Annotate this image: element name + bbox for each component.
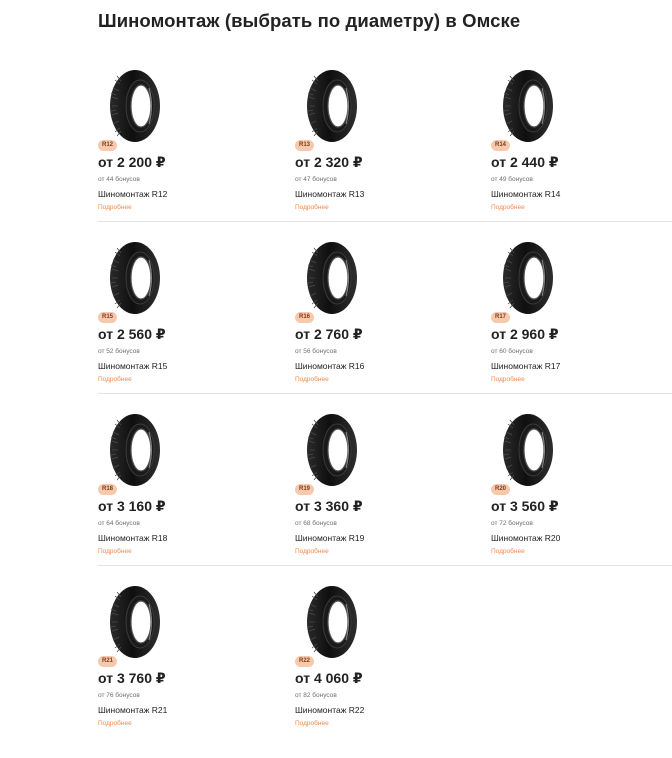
price: от 3 760 ₽ [98, 670, 166, 686]
size-badge: R14 [491, 140, 511, 151]
service-name-link[interactable]: Шиномонтаж R12 [98, 189, 167, 199]
more-link[interactable]: Подробнее [98, 720, 132, 727]
size-badge: R21 [98, 656, 118, 667]
service-card[interactable]: R22 от 4 060 ₽ от 82 бонусов Шиномонтаж … [295, 566, 475, 738]
tire-icon[interactable] [304, 68, 360, 144]
bonus-text: от 76 бонусов [98, 692, 140, 699]
bonus-text: от 56 бонусов [295, 348, 337, 355]
page-title: Шиномонтаж (выбрать по диаметру) в Омске [98, 10, 521, 31]
tire-icon[interactable] [304, 240, 360, 316]
service-card[interactable]: R19 от 3 360 ₽ от 68 бонусов Шиномонтаж … [295, 394, 475, 566]
service-card[interactable]: R21 от 3 760 ₽ от 76 бонусов Шиномонтаж … [98, 566, 278, 738]
tire-icon[interactable] [500, 240, 556, 316]
bonus-text: от 60 бонусов [491, 348, 533, 355]
price: от 2 960 ₽ [491, 326, 559, 342]
more-link[interactable]: Подробнее [98, 204, 132, 211]
more-link[interactable]: Подробнее [98, 548, 132, 555]
service-card[interactable]: R12 от 2 200 ₽ от 44 бонусов Шиномонтаж … [98, 50, 278, 222]
size-badge: R19 [295, 484, 315, 495]
service-card[interactable]: R14 от 2 440 ₽ от 49 бонусов Шиномонтаж … [491, 50, 671, 222]
service-row: R15 от 2 560 ₽ от 52 бонусов Шиномонтаж … [98, 222, 672, 394]
tire-icon[interactable] [107, 68, 163, 144]
service-name-link[interactable]: Шиномонтаж R18 [98, 533, 167, 543]
service-grid: R12 от 2 200 ₽ от 44 бонусов Шиномонтаж … [98, 50, 672, 738]
size-badge: R12 [98, 140, 118, 151]
more-link[interactable]: Подробнее [98, 376, 132, 383]
more-link[interactable]: Подробнее [295, 204, 329, 211]
price: от 2 200 ₽ [98, 154, 166, 170]
tire-icon[interactable] [500, 412, 556, 488]
size-badge: R18 [98, 484, 118, 495]
service-row: R21 от 3 760 ₽ от 76 бонусов Шиномонтаж … [98, 566, 672, 738]
service-card[interactable]: R16 от 2 760 ₽ от 56 бонусов Шиномонтаж … [295, 222, 475, 394]
bonus-text: от 82 бонусов [295, 692, 337, 699]
tire-icon[interactable] [304, 412, 360, 488]
price: от 3 560 ₽ [491, 498, 559, 514]
price: от 2 440 ₽ [491, 154, 559, 170]
tire-icon[interactable] [500, 68, 556, 144]
bonus-text: от 68 бонусов [295, 520, 337, 527]
tire-icon[interactable] [107, 584, 163, 660]
price: от 4 060 ₽ [295, 670, 363, 686]
price: от 2 760 ₽ [295, 326, 363, 342]
service-card[interactable]: R15 от 2 560 ₽ от 52 бонусов Шиномонтаж … [98, 222, 278, 394]
more-link[interactable]: Подробнее [491, 204, 525, 211]
service-name-link[interactable]: Шиномонтаж R17 [491, 361, 560, 371]
tire-icon[interactable] [304, 584, 360, 660]
price: от 3 160 ₽ [98, 498, 166, 514]
service-name-link[interactable]: Шиномонтаж R14 [491, 189, 560, 199]
service-name-link[interactable]: Шиномонтаж R19 [295, 533, 364, 543]
bonus-text: от 44 бонусов [98, 176, 140, 183]
service-card[interactable]: R17 от 2 960 ₽ от 60 бонусов Шиномонтаж … [491, 222, 671, 394]
tire-icon[interactable] [107, 412, 163, 488]
service-row: R12 от 2 200 ₽ от 44 бонусов Шиномонтаж … [98, 50, 672, 222]
price: от 2 560 ₽ [98, 326, 166, 342]
bonus-text: от 72 бонусов [491, 520, 533, 527]
service-name-link[interactable]: Шиномонтаж R15 [98, 361, 167, 371]
service-name-link[interactable]: Шиномонтаж R20 [491, 533, 560, 543]
more-link[interactable]: Подробнее [491, 376, 525, 383]
size-badge: R15 [98, 312, 118, 323]
size-badge: R16 [295, 312, 315, 323]
price: от 3 360 ₽ [295, 498, 363, 514]
service-card[interactable]: R20 от 3 560 ₽ от 72 бонусов Шиномонтаж … [491, 394, 671, 566]
more-link[interactable]: Подробнее [295, 376, 329, 383]
service-name-link[interactable]: Шиномонтаж R16 [295, 361, 364, 371]
service-name-link[interactable]: Шиномонтаж R22 [295, 705, 364, 715]
service-card[interactable]: R13 от 2 320 ₽ от 47 бонусов Шиномонтаж … [295, 50, 475, 222]
size-badge: R17 [491, 312, 511, 323]
bonus-text: от 47 бонусов [295, 176, 337, 183]
bonus-text: от 64 бонусов [98, 520, 140, 527]
price: от 2 320 ₽ [295, 154, 363, 170]
more-link[interactable]: Подробнее [491, 548, 525, 555]
more-link[interactable]: Подробнее [295, 720, 329, 727]
size-badge: R13 [295, 140, 315, 151]
size-badge: R22 [295, 656, 315, 667]
bonus-text: от 49 бонусов [491, 176, 533, 183]
bonus-text: от 52 бонусов [98, 348, 140, 355]
service-name-link[interactable]: Шиномонтаж R13 [295, 189, 364, 199]
service-name-link[interactable]: Шиномонтаж R21 [98, 705, 167, 715]
tire-icon[interactable] [107, 240, 163, 316]
service-row: R18 от 3 160 ₽ от 64 бонусов Шиномонтаж … [98, 394, 672, 566]
more-link[interactable]: Подробнее [295, 548, 329, 555]
service-card[interactable]: R18 от 3 160 ₽ от 64 бонусов Шиномонтаж … [98, 394, 278, 566]
size-badge: R20 [491, 484, 511, 495]
